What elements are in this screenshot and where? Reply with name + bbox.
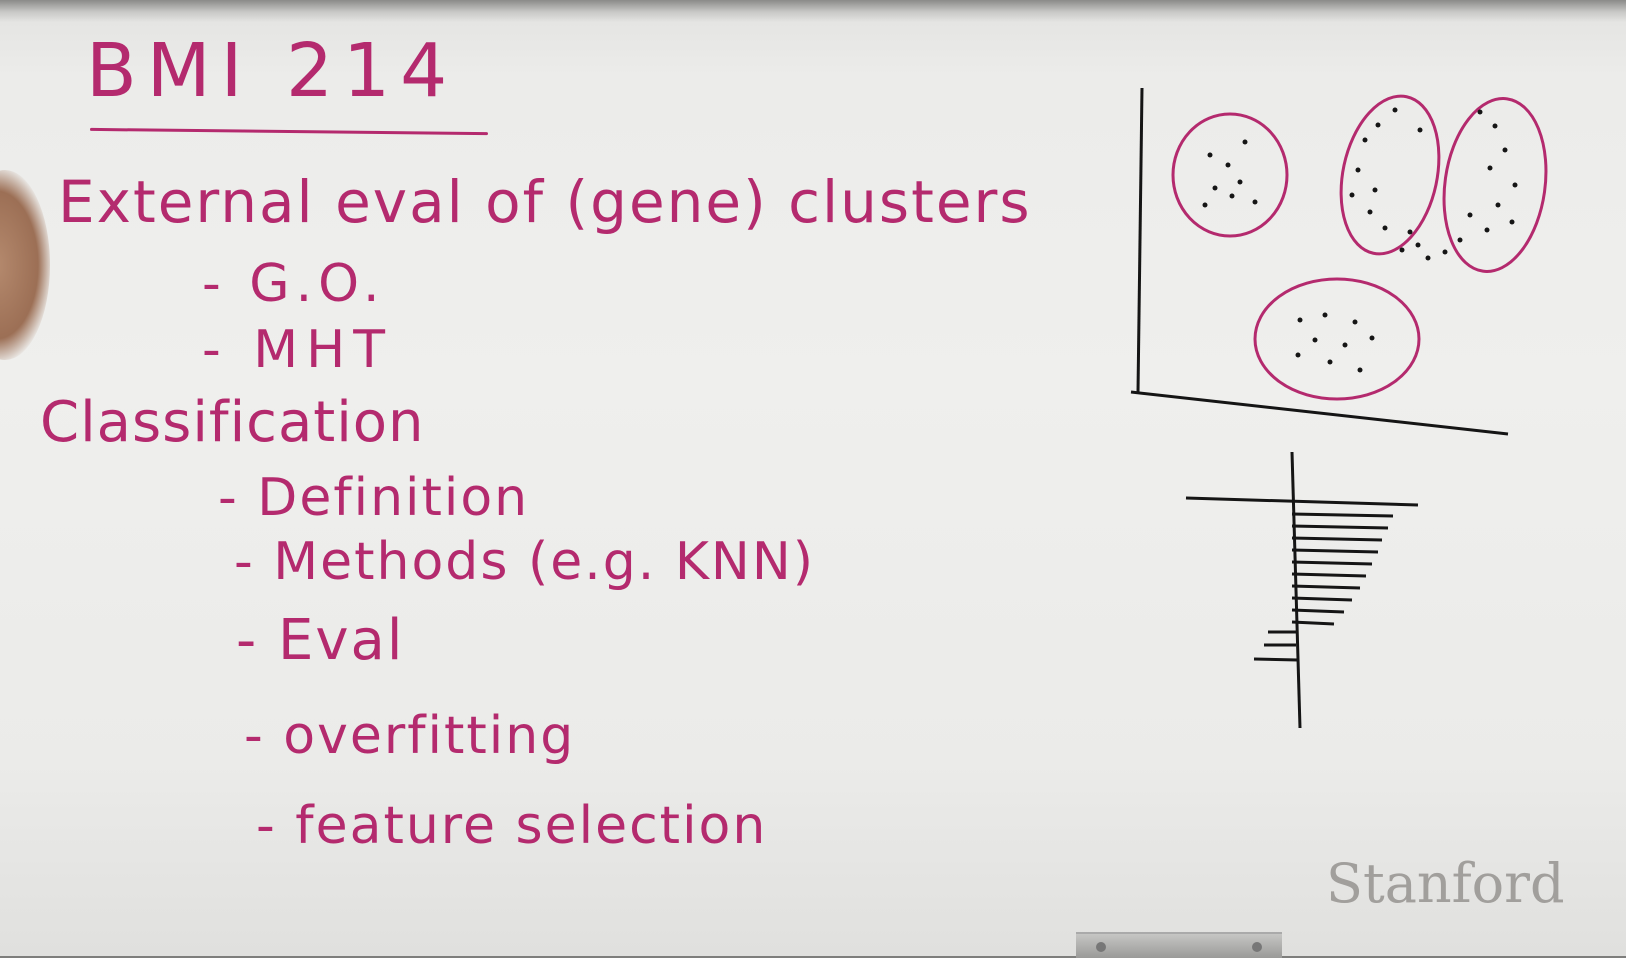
tray-bolt [1096, 942, 1106, 952]
cluster-ellipse-2 [1339, 94, 1441, 256]
cluster-points [1202, 107, 1518, 373]
dendrogram-bar-10 [1291, 620, 1335, 626]
dendrogram-bar-1 [1291, 512, 1394, 518]
cluster-ellipse-1 [1171, 112, 1289, 238]
dendrogram-sketch [1185, 451, 1419, 729]
dendrogram-bar-5 [1291, 560, 1373, 566]
dendrogram-bar-4 [1291, 548, 1379, 554]
dendrogram-bar-9 [1291, 608, 1345, 614]
board-drawings [1130, 87, 1548, 729]
dendrogram-bar-2 [1291, 524, 1389, 530]
dendrogram-bar-6 [1291, 572, 1367, 578]
dendrogram-bar-3 [1291, 536, 1383, 542]
dendrogram-baseline [1185, 496, 1419, 507]
y-axis-line [1136, 87, 1144, 393]
dendrogram-bar-7 [1291, 584, 1361, 590]
marker-tray [1076, 932, 1282, 958]
stanford-watermark: Stanford [1326, 852, 1565, 915]
cluster-ellipse-3 [1442, 97, 1548, 273]
cluster-ellipse-4 [1253, 277, 1421, 401]
cluster-scatter-sketch [1130, 87, 1548, 436]
tray-bolt [1252, 942, 1262, 952]
dendrogram-bar-13 [1253, 657, 1299, 662]
dendrogram-bar-8 [1291, 596, 1353, 602]
dendrogram-axis [1290, 451, 1302, 729]
